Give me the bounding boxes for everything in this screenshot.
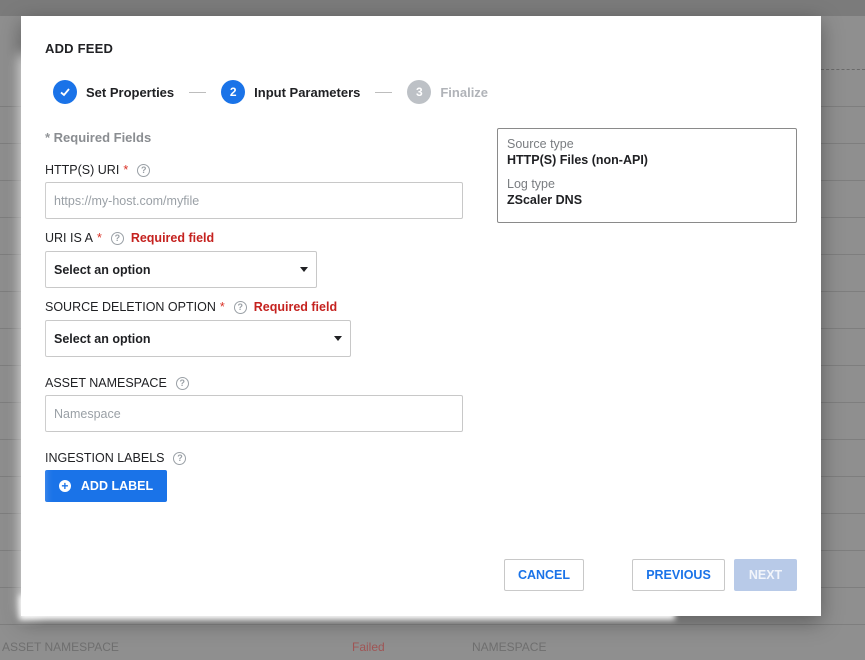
step-input-parameters[interactable]: 2 Input Parameters: [221, 80, 360, 104]
caret-down-icon: [300, 267, 308, 272]
required-fields-note: * Required Fields: [45, 130, 152, 145]
background-row-status: Failed: [352, 640, 385, 654]
step-separator: [189, 91, 207, 93]
cancel-button[interactable]: CANCEL: [504, 559, 584, 591]
stepper: Set Properties 2 Input Parameters 3 Fina…: [53, 80, 488, 104]
background-row-text: ASSET NAMESPACE: [2, 640, 119, 654]
dialog-title: ADD FEED: [45, 41, 114, 56]
shadow-artifact: [18, 55, 40, 615]
button-label: ADD LABEL: [80, 479, 154, 493]
select-value: Select an option: [54, 262, 151, 277]
previous-button[interactable]: PREVIOUS: [632, 559, 725, 591]
label-text: SOURCE DELETION OPTION: [45, 300, 216, 314]
source-type-value: HTTP(S) Files (non-API): [507, 153, 648, 167]
step-label: Finalize: [440, 84, 489, 100]
help-icon[interactable]: ?: [137, 163, 151, 177]
step-label: Input Parameters: [254, 84, 361, 100]
namespace-input[interactable]: [45, 395, 463, 432]
step-set-properties[interactable]: Set Properties: [53, 80, 174, 104]
check-icon: [53, 80, 77, 104]
label-text: URI IS A: [45, 231, 93, 245]
source-type-label: Source type: [507, 137, 574, 151]
help-icon[interactable]: ?: [233, 300, 247, 314]
uri-label: HTTP(S) URI * ?: [45, 163, 151, 177]
label-text: ASSET NAMESPACE: [45, 376, 167, 390]
background-divider: [821, 69, 865, 70]
source-deletion-label: SOURCE DELETION OPTION * ? Required fiel…: [45, 300, 337, 314]
required-star: *: [123, 163, 129, 177]
step-label: Set Properties: [86, 84, 175, 100]
step-finalize: 3 Finalize: [407, 80, 488, 104]
caret-down-icon: [334, 336, 342, 341]
help-icon[interactable]: ?: [110, 231, 124, 245]
help-icon[interactable]: ?: [175, 376, 189, 390]
label-text: HTTP(S) URI: [45, 163, 120, 177]
uri-input[interactable]: [45, 182, 463, 219]
add-label-button[interactable]: + ADD LABEL: [45, 470, 167, 502]
required-star: *: [96, 231, 102, 245]
step-separator: [375, 91, 393, 93]
step-number: 2: [221, 80, 246, 104]
step-number: 3: [407, 80, 432, 104]
log-type-label: Log type: [507, 177, 555, 191]
background-topbar: [0, 0, 865, 16]
add-feed-dialog: ADD FEED Set Properties 2 Input Paramete…: [21, 16, 821, 616]
plus-circle-icon: +: [58, 480, 71, 492]
asset-namespace-label: ASSET NAMESPACE ?: [45, 376, 189, 390]
select-value: Select an option: [54, 331, 151, 346]
help-icon[interactable]: ?: [173, 451, 187, 465]
source-deletion-select[interactable]: Select an option: [45, 320, 351, 357]
log-type-value: ZScaler DNS: [507, 193, 583, 207]
shadow-artifact: [19, 595, 675, 620]
error-message: Required field: [130, 231, 215, 245]
feed-summary-box: Source type HTTP(S) Files (non-API) Log …: [497, 128, 797, 223]
ingestion-labels-label: INGESTION LABELS ?: [45, 451, 187, 465]
error-message: Required field: [253, 300, 338, 314]
uri-is-a-select[interactable]: Select an option: [45, 251, 317, 288]
label-text: INGESTION LABELS: [45, 451, 165, 465]
required-star: *: [219, 300, 225, 314]
next-button[interactable]: NEXT: [734, 559, 797, 591]
uri-is-a-label: URI IS A * ? Required field: [45, 231, 214, 245]
background-row-text: NAMESPACE: [472, 640, 547, 654]
